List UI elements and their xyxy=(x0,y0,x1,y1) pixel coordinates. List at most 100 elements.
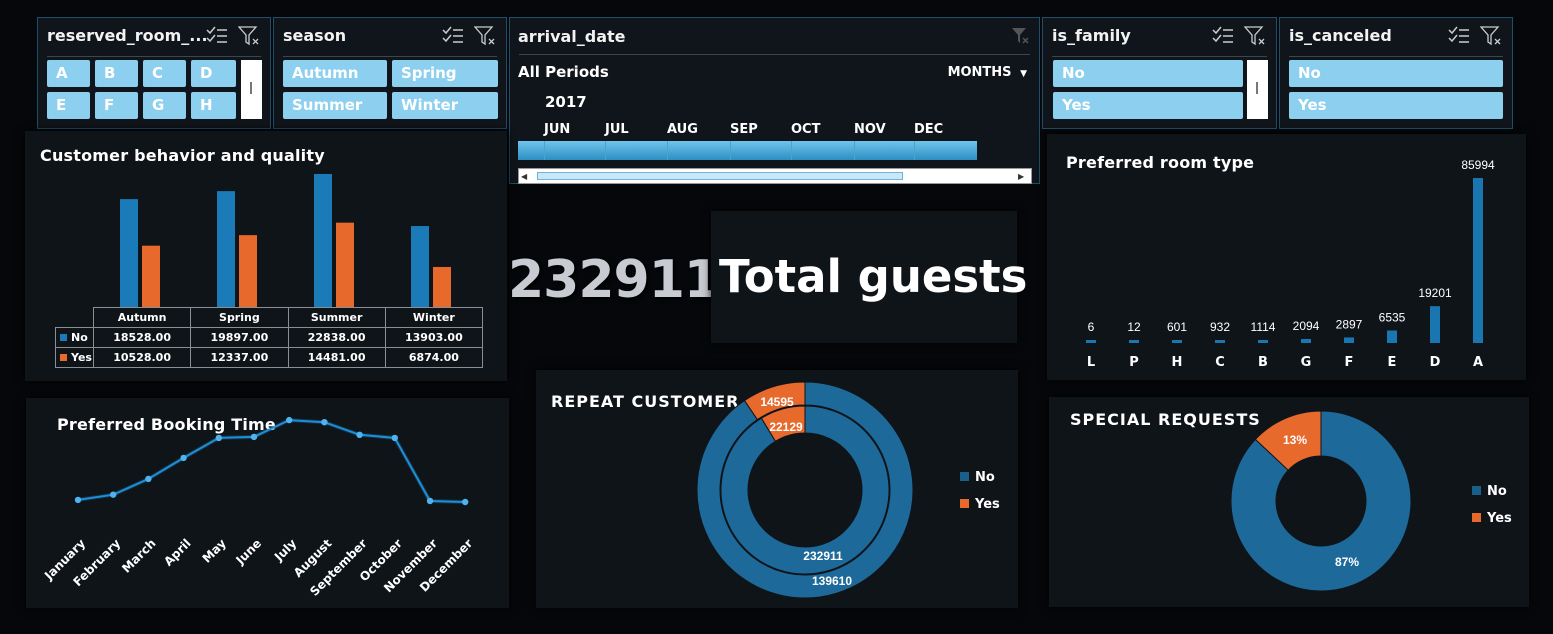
month-label-aug: AUG xyxy=(667,122,698,137)
bar-no-summer xyxy=(314,174,332,307)
clear-filter-icon[interactable] xyxy=(1480,26,1502,46)
data-point-september xyxy=(356,431,363,438)
season-option-autumn[interactable]: Autumn xyxy=(283,60,387,87)
scroll-right-icon[interactable]: ▶ xyxy=(1018,171,1029,182)
legend-item-no: No xyxy=(960,470,995,485)
customer-behavior-chart xyxy=(120,174,451,307)
month-label-oct: OCT xyxy=(791,122,821,137)
bar-room-c xyxy=(1215,340,1225,343)
canceled-option-no[interactable]: No xyxy=(1289,60,1503,87)
x-tick-label: L xyxy=(1087,355,1095,370)
booking-time-chart: JanuaryFebruaryMarch April May June JulyAugu… xyxy=(41,416,475,599)
legend-item-yes: Yes xyxy=(960,497,1000,512)
slicer-title: is_canceled xyxy=(1289,26,1392,45)
x-tick-label: C xyxy=(1215,355,1225,370)
multi-select-icon[interactable] xyxy=(206,26,228,46)
month-label-sep: SEP xyxy=(730,122,758,137)
slicer-title: season xyxy=(283,26,347,45)
bar-room-b xyxy=(1258,340,1268,343)
timeline-period: All Periods xyxy=(518,63,609,81)
x-tick-label: June xyxy=(233,536,265,568)
family-option-no[interactable]: No xyxy=(1053,60,1243,87)
month-label-jun: JUN xyxy=(544,122,571,137)
slicer-season: season Autumn Spring Summer Winter xyxy=(273,17,507,129)
timeline-granularity-dropdown[interactable]: MONTHS ▼ xyxy=(948,65,1027,80)
room-option-b[interactable]: B xyxy=(95,60,138,87)
bar-yes-spring xyxy=(239,235,257,307)
legend-key-no: No xyxy=(55,327,94,348)
timeline-year: 2017 xyxy=(545,93,587,111)
x-tick-label: D xyxy=(1430,355,1441,370)
table-header: Winter xyxy=(384,307,484,328)
clear-filter-icon[interactable] xyxy=(474,26,496,46)
data-label: 2897 xyxy=(1336,317,1363,331)
timeline-scrollbar[interactable]: ◀ ▶ xyxy=(518,168,1032,184)
clear-filter-icon[interactable] xyxy=(1244,26,1266,46)
kpi-total-guests-label: Total guests xyxy=(719,250,1028,303)
data-label-yes-outer: 14595 xyxy=(760,395,794,409)
slicer-title: reserved_room_... xyxy=(47,26,208,45)
season-option-summer[interactable]: Summer xyxy=(283,92,387,119)
family-option-yes[interactable]: Yes xyxy=(1053,92,1243,119)
data-label-no: 87% xyxy=(1335,555,1359,569)
bar-no-winter xyxy=(411,226,429,307)
data-label-no-inner: 232911 xyxy=(803,549,843,563)
slicer-is-canceled: is_canceled No Yes xyxy=(1279,17,1513,129)
data-point-november xyxy=(426,497,434,505)
series-line xyxy=(77,419,466,503)
canceled-option-yes[interactable]: Yes xyxy=(1289,92,1503,119)
scroll-left-icon[interactable]: ◀ xyxy=(521,171,532,182)
x-tick-label: B xyxy=(1258,355,1268,370)
room-option-h[interactable]: H xyxy=(191,92,236,119)
timeline-title: arrival_date xyxy=(518,27,626,46)
timeline-selection-bar[interactable] xyxy=(518,141,977,160)
bar-room-g xyxy=(1301,338,1311,343)
table-cell: 19897.00 xyxy=(190,327,289,348)
season-option-spring[interactable]: Spring xyxy=(392,60,498,87)
room-option-e[interactable]: E xyxy=(47,92,90,119)
room-option-c[interactable]: C xyxy=(143,60,186,87)
legend-item-no: No xyxy=(1472,484,1507,499)
room-type-chart: 6 L 12 P 601 H 932 C 1114 B 2094 G 2897 F 6535 E 19201 D 8… xyxy=(1086,158,1495,370)
data-label: 85994 xyxy=(1461,158,1495,172)
x-tick-label: April xyxy=(161,536,194,569)
scroll-thumb[interactable] xyxy=(537,172,903,180)
legend-key-yes: Yes xyxy=(55,347,94,368)
data-point-october xyxy=(391,434,398,442)
room-option-d[interactable]: D xyxy=(191,60,236,87)
room-option-g[interactable]: G xyxy=(143,92,186,119)
data-point-february xyxy=(110,491,117,498)
season-option-winter[interactable]: Winter xyxy=(392,92,498,119)
slicer-scrollbar[interactable] xyxy=(241,60,262,119)
data-point-march xyxy=(145,475,152,483)
chart-title-customer-behavior: Customer behavior and quality xyxy=(40,146,325,165)
table-header: Summer xyxy=(287,307,386,328)
data-point-december xyxy=(462,498,469,506)
data-point-august xyxy=(321,419,328,426)
multi-select-icon[interactable] xyxy=(1448,26,1470,46)
bar-yes-autumn xyxy=(142,245,160,307)
legend-item-yes: Yes xyxy=(1472,511,1512,526)
table-cell: 22838.00 xyxy=(287,327,386,348)
data-label: 12 xyxy=(1127,320,1141,334)
slicer-is-family: is_family No Yes xyxy=(1042,17,1277,129)
multi-select-icon[interactable] xyxy=(442,26,464,46)
data-point-april xyxy=(180,454,187,462)
room-option-f[interactable]: F xyxy=(95,92,138,119)
data-label: 2094 xyxy=(1293,319,1320,333)
room-option-a[interactable]: A xyxy=(47,60,90,87)
bar-no-autumn xyxy=(120,199,138,307)
data-label-yes: 13% xyxy=(1283,433,1307,447)
month-label-jul: JUL xyxy=(605,122,629,137)
multi-select-icon[interactable] xyxy=(1212,26,1234,46)
slicer-reserved-room: reserved_room_... A B C D E F G H xyxy=(37,17,271,129)
clear-filter-icon[interactable] xyxy=(238,26,260,46)
bar-room-a xyxy=(1473,178,1483,343)
x-tick-label: March xyxy=(119,536,158,575)
slicer-title: is_family xyxy=(1052,26,1131,45)
clear-filter-icon[interactable] xyxy=(1011,27,1029,45)
month-label-dec: DEC xyxy=(914,122,944,137)
data-label-yes-inner: 22129 xyxy=(769,420,803,434)
data-label: 6 xyxy=(1088,320,1095,334)
slicer-scrollbar[interactable] xyxy=(1247,60,1268,119)
